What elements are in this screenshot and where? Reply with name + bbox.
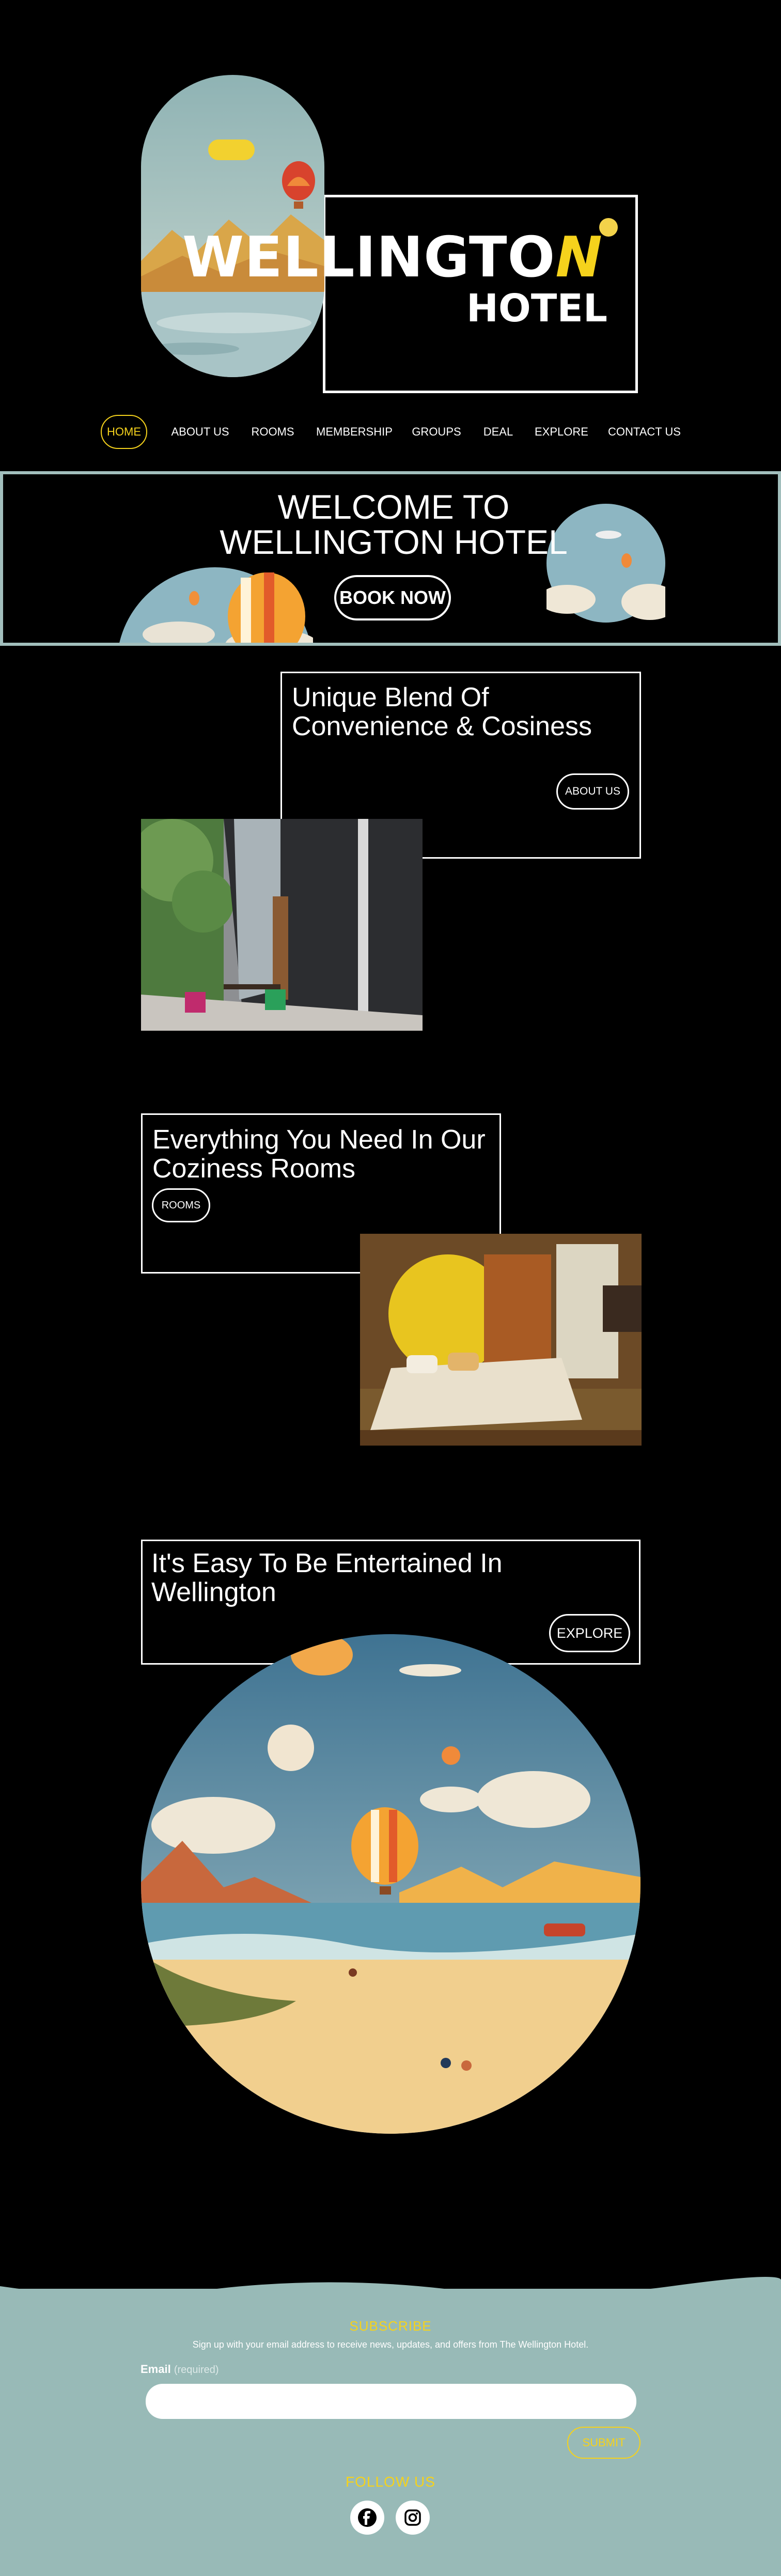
email-label: Email (required): [140, 2363, 219, 2376]
instagram-link[interactable]: [396, 2501, 430, 2535]
about-us-button[interactable]: ABOUT US: [556, 773, 629, 810]
nav-contact-us[interactable]: CONTACT US: [607, 415, 682, 449]
subscribe-description: Sign up with your email address to recei…: [192, 2339, 589, 2350]
hero-balloon-image: [119, 567, 313, 643]
email-field[interactable]: [146, 2384, 636, 2419]
nav-membership[interactable]: MEMBERSHIP: [316, 415, 393, 449]
nav-deal[interactable]: DEAL: [481, 415, 515, 449]
explore-card-title: It's Easy To Be Entertained In Wellingto…: [151, 1548, 503, 1607]
facebook-link[interactable]: [350, 2501, 384, 2535]
hero-banner: WELCOME TO WELLINGTON HOTEL BOOK NOW: [0, 471, 781, 646]
nav-explore[interactable]: EXPLORE: [535, 415, 588, 449]
book-now-button[interactable]: BOOK NOW: [334, 575, 451, 620]
nav-rooms[interactable]: ROOMS: [249, 415, 296, 449]
hotel-room-image: [360, 1234, 642, 1446]
about-card-title: Unique Blend Of Convenience & Cosiness: [292, 682, 592, 741]
subscribe-title: SUBSCRIBE: [349, 2318, 432, 2334]
required-note: (required): [174, 2364, 219, 2376]
hero-title-line2: WELLINGTON HOTEL: [220, 523, 568, 561]
nav-groups[interactable]: GROUPS: [411, 415, 462, 449]
lightbulb-icon: [599, 218, 618, 237]
nav-about-us[interactable]: ABOUT US: [170, 415, 230, 449]
submit-button[interactable]: SUBMIT: [567, 2427, 641, 2459]
nav-home[interactable]: HOME: [101, 415, 147, 449]
rooms-button[interactable]: ROOMS: [152, 1188, 210, 1222]
logo-wordmark: WELLINGTON: [182, 225, 603, 290]
logo-accent-letter: N: [555, 225, 603, 290]
facebook-icon: [358, 2508, 377, 2527]
wellington-beach-image: [141, 1634, 641, 2134]
instagram-icon: [404, 2509, 421, 2526]
main-nav: HOME ABOUT US ROOMS MEMBERSHIP GROUPS DE…: [0, 415, 781, 449]
hotel-exterior-image: [141, 819, 423, 1031]
follow-us-title: FOLLOW US: [346, 2474, 435, 2490]
hero-title-line1: WELCOME TO: [277, 488, 510, 526]
rooms-card-title: Everything You Need In Our Coziness Room…: [152, 1125, 486, 1184]
logo-subtitle: HOTEL: [466, 286, 608, 331]
